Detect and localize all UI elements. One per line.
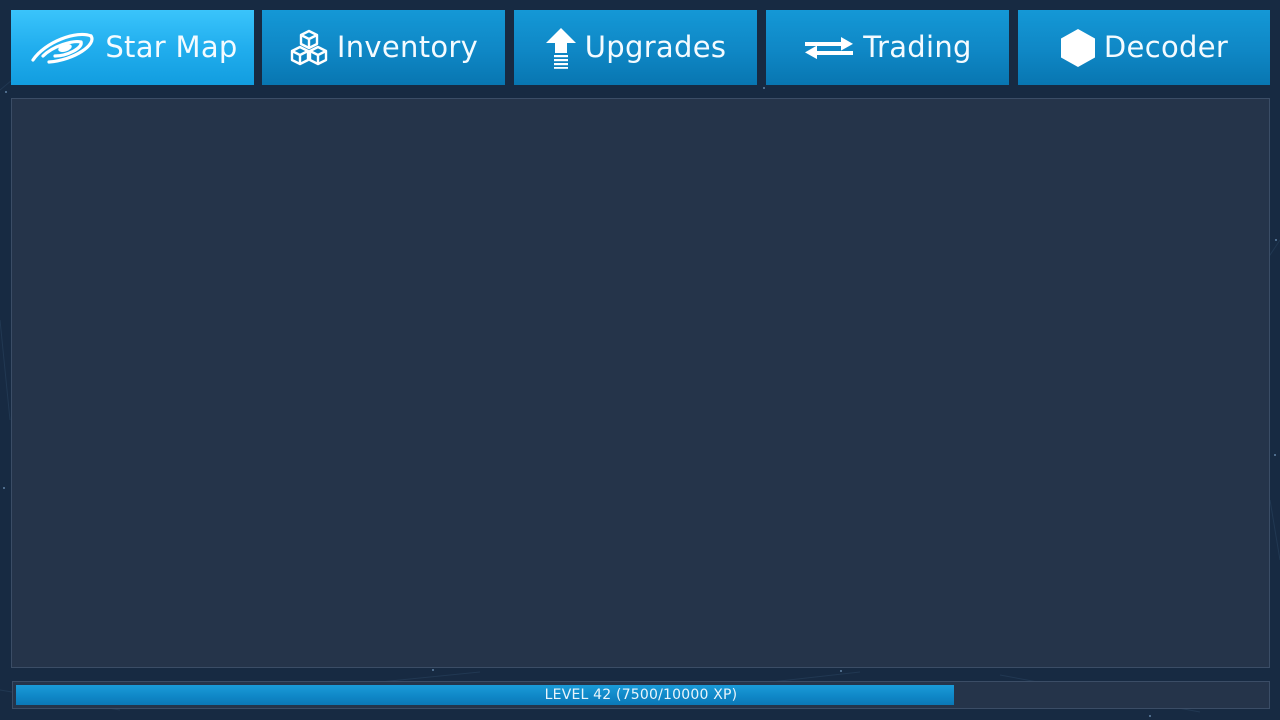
tab-decoder-label: Decoder: [1103, 30, 1229, 64]
galaxy-icon: [27, 28, 97, 68]
level-progress-label: LEVEL 42 (7500/10000 XP): [544, 687, 738, 703]
hexagon-icon: [1060, 28, 1096, 68]
main-navigation: Star Map Inventory Upgrades Trading Deco…: [11, 10, 1270, 85]
main-content-panel: [11, 98, 1270, 668]
upgrade-arrow-icon: [545, 27, 577, 69]
tab-inventory-label: Inventory: [336, 30, 479, 64]
tab-decoder[interactable]: Decoder: [1018, 10, 1270, 85]
tab-upgrades[interactable]: Upgrades: [514, 10, 757, 85]
exchange-arrows-icon: [803, 34, 855, 62]
tab-inventory[interactable]: Inventory: [262, 10, 505, 85]
tab-star-map-label: Star Map: [105, 30, 238, 64]
tab-trading[interactable]: Trading: [766, 10, 1009, 85]
tab-upgrades-label: Upgrades: [584, 30, 727, 64]
tab-trading-label: Trading: [863, 30, 972, 64]
tab-star-map[interactable]: Star Map: [11, 10, 254, 85]
level-progress-bar: LEVEL 42 (7500/10000 XP): [12, 681, 1270, 709]
cubes-icon: [289, 28, 329, 68]
